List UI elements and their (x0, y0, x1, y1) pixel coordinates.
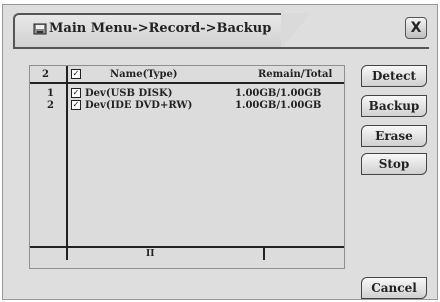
device-name: Dev(IDE DVD+RW) (85, 100, 193, 111)
backup-dialog: Main Menu->Record->Backup X 2 ✓ Name(Typ… (2, 4, 438, 300)
checkmark-icon: ✓ (72, 69, 80, 78)
title-divider (13, 47, 429, 49)
window-title: Main Menu->Record->Backup (49, 21, 272, 36)
device-name: Dev(USB DISK) (85, 88, 173, 99)
footer-divider (263, 246, 265, 260)
row-checkbox[interactable]: ✓ (71, 88, 81, 98)
table-row[interactable]: 2 ✓ Dev(IDE DVD+RW) 1.00GB/1.00GB (30, 100, 344, 111)
detect-button[interactable]: Detect (361, 65, 427, 87)
device-table: 2 ✓ Name(Type) Remain/Total 1 ✓ Dev(USB … (29, 65, 345, 269)
column-header-remain: Remain/Total (258, 69, 333, 80)
stop-button[interactable]: Stop (361, 153, 427, 175)
disk-icon (33, 23, 47, 35)
erase-button[interactable]: Erase (361, 125, 427, 147)
close-button[interactable]: X (405, 17, 427, 39)
checkmark-icon: ✓ (72, 88, 80, 97)
device-capacity: 1.00GB/1.00GB (235, 88, 322, 99)
table-footer-divider (30, 246, 344, 248)
device-capacity: 1.00GB/1.00GB (235, 100, 322, 111)
cancel-button[interactable]: Cancel (361, 277, 427, 299)
row-checkbox[interactable]: ✓ (71, 100, 81, 110)
row-index: 2 (47, 100, 54, 111)
backup-button[interactable]: Backup (361, 95, 427, 117)
page-indicator[interactable]: II (146, 249, 154, 259)
device-count: 2 (42, 69, 49, 80)
table-row[interactable]: 1 ✓ Dev(USB DISK) 1.00GB/1.00GB (30, 88, 344, 99)
column-header-name: Name(Type) (110, 69, 178, 80)
row-index: 1 (47, 88, 54, 99)
checkmark-icon: ✓ (72, 100, 80, 109)
close-icon: X (410, 20, 422, 36)
table-header: 2 ✓ Name(Type) Remain/Total (30, 66, 344, 84)
select-all-checkbox[interactable]: ✓ (71, 69, 81, 79)
